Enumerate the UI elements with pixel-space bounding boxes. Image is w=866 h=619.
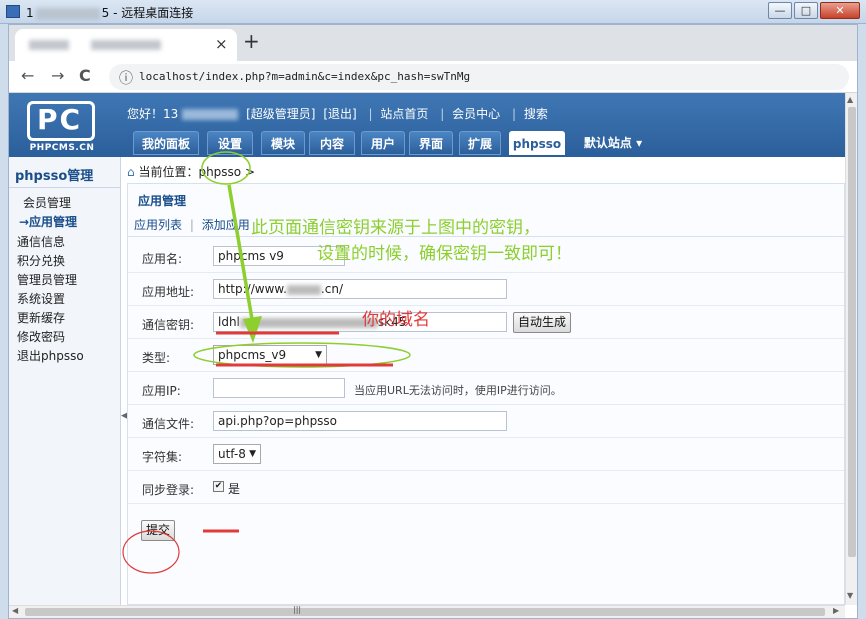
new-tab-icon[interactable]: + [243, 29, 260, 53]
horizontal-scroll-thumb[interactable] [25, 608, 825, 616]
tab-title-redacted [91, 40, 161, 50]
back-icon[interactable]: ← [21, 66, 34, 85]
green-arrow-head [243, 316, 262, 343]
green-arrow-shaft [227, 184, 255, 326]
screen: 1 5 - 远程桌面连接 — □ ✕ × + ← → C ⓘ localhost/… [0, 0, 866, 619]
browser-tab[interactable]: × [15, 29, 237, 61]
tab-close-icon[interactable]: × [215, 35, 228, 53]
key-highlight-ellipse [193, 342, 411, 368]
minimize-button[interactable]: — [768, 2, 792, 19]
note-line1: 此页面通信密钥来源于上图中的密钥， [251, 218, 540, 238]
scroll-right-icon[interactable]: ▶ [833, 606, 839, 615]
address-bar: ← → C ⓘ localhost/index.php?m=admin&c=in… [9, 61, 857, 93]
domain-note: 你的域名 [362, 310, 430, 330]
close-button[interactable]: ✕ [820, 2, 860, 19]
url-text: localhost/index.php?m=admin&c=index&pc_h… [139, 70, 471, 83]
maximize-button[interactable]: □ [794, 2, 818, 19]
scroll-grip: ||| [293, 605, 302, 614]
window-title-suffix: 5 - 远程桌面连接 [101, 6, 194, 20]
info-icon[interactable]: ⓘ [119, 68, 133, 88]
window-title-prefix: 1 [26, 6, 34, 20]
forward-icon[interactable]: → [51, 66, 64, 85]
page-viewport: PC PHPCMS.CN 您好！13 [超级管理员] [退出] | 站点首页 |… [9, 93, 845, 605]
scroll-left-icon[interactable]: ◀ [12, 606, 18, 615]
scroll-down-icon[interactable]: ▼ [847, 591, 853, 600]
note-line2: 设置的时候，确保密钥一致即可！ [317, 244, 572, 264]
tab-strip: × + [9, 25, 857, 61]
horizontal-scrollbar[interactable]: ◀ ||| ▶ [9, 605, 845, 618]
vertical-scroll-thumb[interactable] [848, 107, 856, 557]
url-input[interactable]: ⓘ localhost/index.php?m=admin&c=index&pc… [109, 64, 849, 90]
vertical-scrollbar[interactable]: ▲ ▼ [845, 93, 857, 605]
annotation-layer [122, 151, 411, 574]
browser-window: × + ← → C ⓘ localhost/index.php?m=admin&… [8, 24, 858, 619]
tab-favicon-redacted [29, 40, 69, 50]
scroll-up-icon[interactable]: ▲ [847, 95, 853, 104]
remote-desktop-icon [6, 5, 20, 18]
settings-highlight-ellipse [201, 151, 251, 185]
redacted-host [35, 7, 100, 20]
submit-highlight-circle [122, 530, 180, 574]
reload-icon[interactable]: C [79, 66, 91, 85]
window-title: 1 5 - 远程桌面连接 [26, 4, 193, 21]
remote-desktop-titlebar: 1 5 - 远程桌面连接 — □ ✕ [0, 0, 866, 24]
